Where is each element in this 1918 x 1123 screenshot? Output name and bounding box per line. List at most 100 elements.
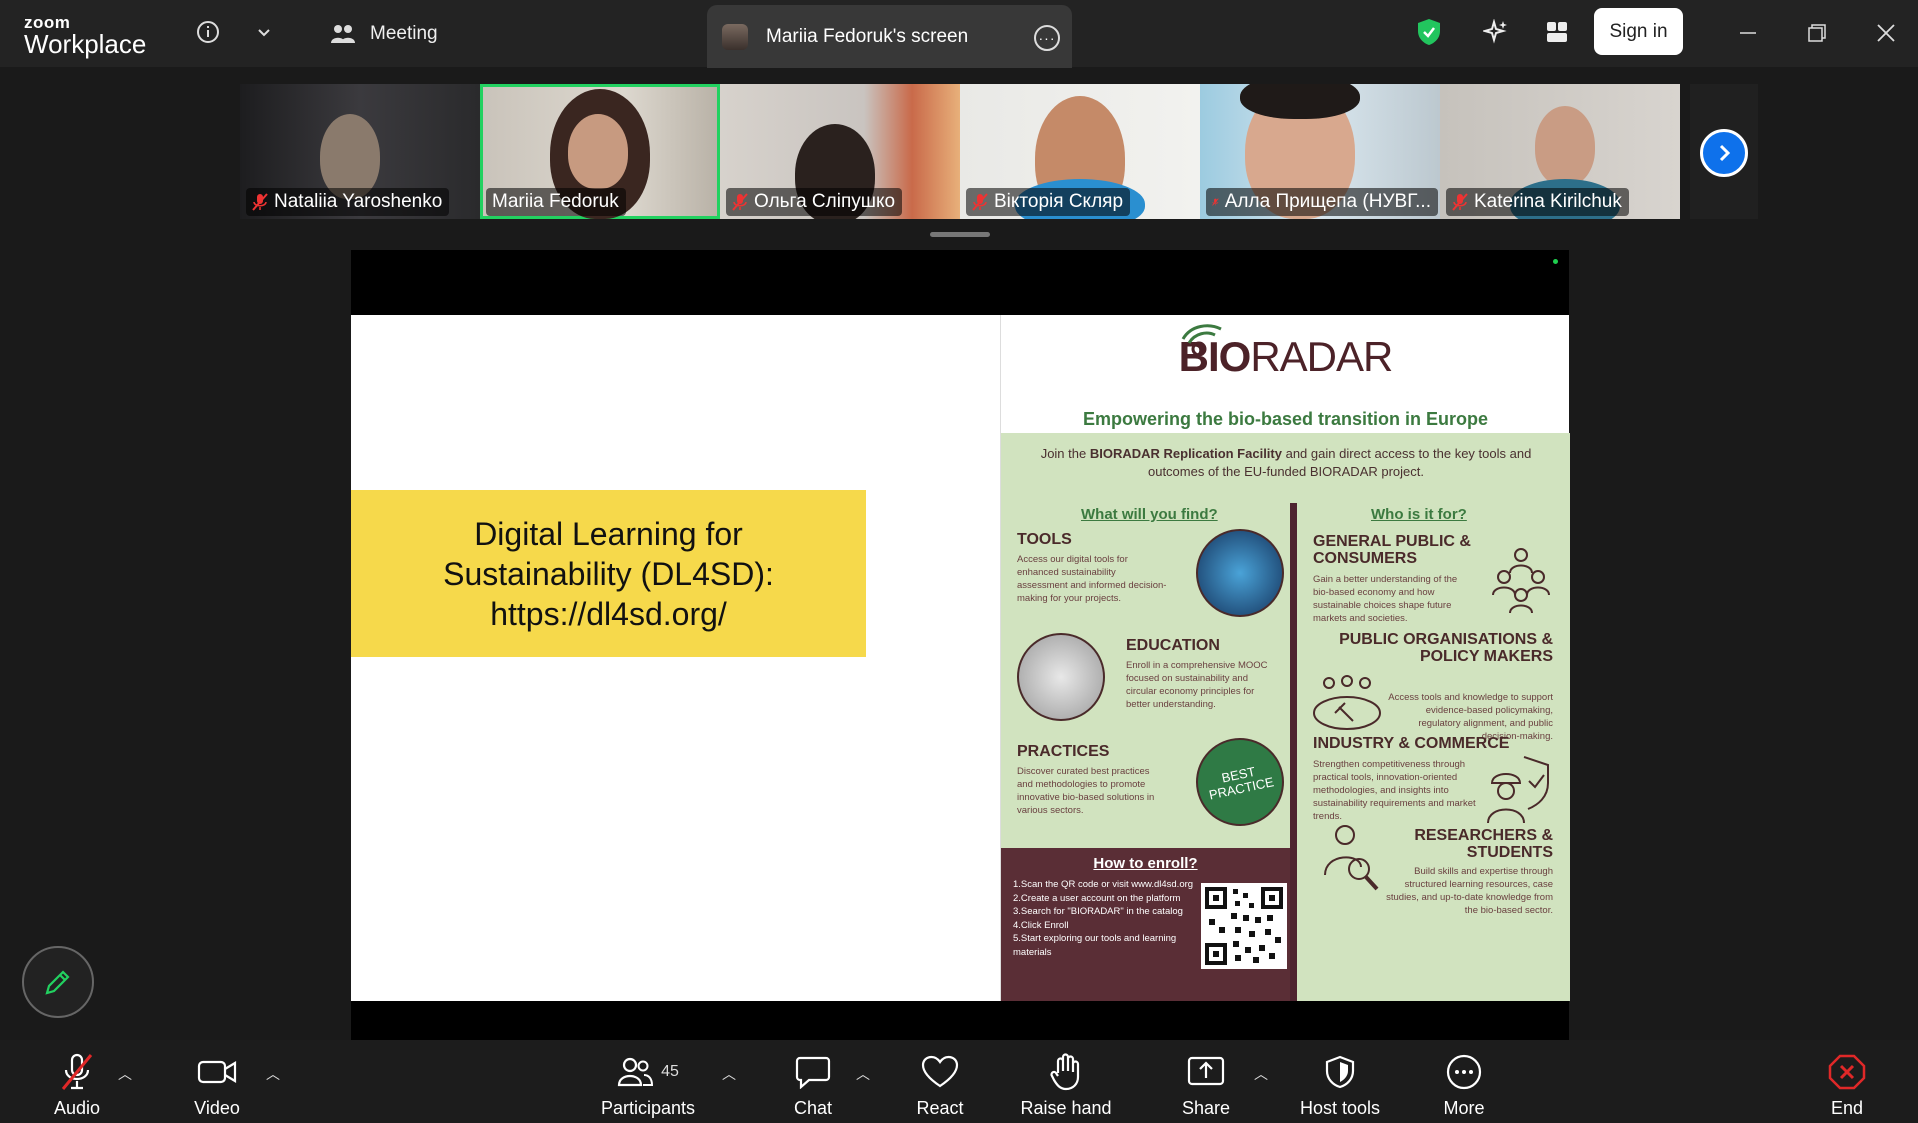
- annotate-button[interactable]: [22, 946, 94, 1018]
- industry-title: INDUSTRY & COMMERCE: [1313, 735, 1510, 752]
- participant-name-tag: Nataliia Yaroshenko: [246, 188, 450, 216]
- video-label: Video: [194, 1098, 240, 1118]
- worker-shield-icon: [1487, 756, 1549, 824]
- share-button[interactable]: Share: [1151, 1052, 1261, 1119]
- bioradar-poster: BIORADAR Empowering the bio-based transi…: [1000, 315, 1570, 1001]
- share-options-caret[interactable]: ︿: [1254, 1064, 1268, 1084]
- audio-button[interactable]: Audio: [22, 1052, 132, 1119]
- slide-title-line-1: Digital Learning for: [474, 515, 743, 552]
- raise-hand-label: Raise hand: [1020, 1098, 1112, 1118]
- poster-body: Join the BIORADAR Replication Facility a…: [1001, 433, 1570, 1001]
- participant-name: Katerina Kirilchuk: [1474, 191, 1622, 212]
- chat-options-caret[interactable]: ︿: [856, 1064, 870, 1084]
- participant-name-tag: Ольга Сліпушко: [726, 188, 903, 216]
- tools-title: TOOLS: [1017, 531, 1072, 548]
- enroll-step: 2.Create a user account on the platform: [1013, 892, 1181, 904]
- participant-name-tag: Mariia Fedoruk: [486, 188, 626, 216]
- enroll-heading: How to enroll?: [1093, 855, 1198, 872]
- apps-icon[interactable]: [1539, 14, 1575, 50]
- mic-muted-icon: [1212, 198, 1219, 206]
- participant-name: Вікторія Скляр: [994, 191, 1124, 212]
- industry-text: Strengthen competitiveness through pract…: [1313, 759, 1476, 822]
- participants-options-caret[interactable]: ︿: [722, 1064, 736, 1084]
- mic-muted-icon: [1452, 193, 1468, 211]
- participant-name-tag: Алла Прищепа (НУВГ...: [1206, 188, 1438, 216]
- video-camera-icon: [197, 1060, 237, 1084]
- audio-options-caret[interactable]: ︿: [118, 1064, 132, 1084]
- slide-url: https://dl4sd.org/: [490, 595, 727, 632]
- participant-name: Mariia Fedoruk: [492, 191, 619, 212]
- video-tile[interactable]: Nataliia Yaroshenko: [240, 84, 480, 219]
- meeting-label: Meeting: [370, 23, 438, 44]
- enroll-step: 5.Start exploring our tools and learning…: [1013, 933, 1177, 958]
- more-dots-icon: [1446, 1054, 1482, 1090]
- research-text: Build skills and expertise through struc…: [1386, 866, 1553, 916]
- chat-bubble-icon: [795, 1056, 831, 1089]
- education-text: Enroll in a comprehensive MOOC focused o…: [1126, 660, 1268, 710]
- participant-strip: Nataliia Yaroshenko Mariia Fedoruk Ольга…: [240, 84, 1680, 219]
- close-icon[interactable]: [1871, 18, 1901, 48]
- title-bar: zoom Workplace Meeting Mariia Fedoruk's …: [0, 0, 1918, 68]
- participants-count: 45: [661, 1063, 679, 1080]
- chevron-right-icon: [1719, 144, 1731, 162]
- meeting-toolbar: Audio ︿ Video ︿ 45 Participants ︿ Chat ︿…: [0, 1040, 1918, 1123]
- video-tile[interactable]: Алла Прищепа (НУВГ...: [1200, 84, 1440, 219]
- strip-resize-handle[interactable]: [930, 232, 990, 237]
- participant-name: Алла Прищепа (НУВГ...: [1224, 191, 1431, 212]
- enroll-steps: 1.Scan the QR code or visit www.dl4sd.or…: [1013, 878, 1198, 959]
- column-divider: [1290, 503, 1297, 1001]
- right-column-heading: Who is it for?: [1371, 506, 1467, 523]
- practices-title: PRACTICES: [1017, 743, 1110, 760]
- participant-name: Nataliia Yaroshenko: [274, 191, 443, 212]
- sign-in-button[interactable]: Sign in: [1594, 8, 1683, 55]
- meeting-menu[interactable]: Meeting: [330, 23, 438, 45]
- mic-muted-icon: [252, 193, 268, 211]
- recording-indicator: [1553, 259, 1558, 264]
- screen-share-tab[interactable]: Mariia Fedoruk's screen ···: [707, 5, 1072, 68]
- restore-icon[interactable]: [1802, 18, 1832, 48]
- more-button[interactable]: More: [1409, 1052, 1519, 1119]
- participant-video: [1535, 106, 1595, 186]
- chat-button[interactable]: Chat: [758, 1052, 868, 1119]
- bioradar-logo: BIORADAR: [1001, 324, 1570, 381]
- poster-tagline: Empowering the bio-based transition in E…: [1082, 409, 1489, 429]
- participant-hair: [1240, 84, 1360, 119]
- react-button[interactable]: React: [885, 1052, 995, 1119]
- video-tile-active-speaker[interactable]: Mariia Fedoruk: [480, 84, 720, 219]
- video-tile[interactable]: Katerina Kirilchuk: [1440, 84, 1680, 219]
- video-button[interactable]: Video: [162, 1052, 272, 1119]
- mic-muted-icon: [61, 1053, 93, 1090]
- tools-image: [1196, 529, 1284, 617]
- participant-name-tag: Вікторія Скляр: [966, 188, 1131, 216]
- left-column-heading: What will you find?: [1081, 506, 1218, 523]
- minimize-icon[interactable]: [1733, 18, 1763, 48]
- participant-video: [320, 114, 380, 199]
- logo-big-text: Workplace: [24, 29, 147, 59]
- participant-name: Ольга Сліпушко: [754, 191, 896, 212]
- enroll-panel: How to enroll? 1.Scan the QR code or vis…: [1001, 848, 1290, 1001]
- info-icon[interactable]: [190, 14, 226, 50]
- chevron-down-icon[interactable]: [246, 14, 282, 50]
- participant-name-tag: Katerina Kirilchuk: [1446, 188, 1629, 216]
- ai-companion-icon[interactable]: [1478, 14, 1514, 50]
- participants-icon: [617, 1057, 654, 1087]
- video-tile[interactable]: Вікторія Скляр: [960, 84, 1200, 219]
- participants-button[interactable]: 45 Participants: [593, 1052, 703, 1119]
- share-screen-icon: [1187, 1056, 1225, 1086]
- next-page-button[interactable]: [1700, 129, 1748, 177]
- radar-leaf-icon: [1181, 324, 1222, 357]
- more-label: More: [1443, 1098, 1485, 1118]
- share-label: Share: [1181, 1098, 1231, 1118]
- host-tools-button[interactable]: Host tools: [1285, 1052, 1395, 1119]
- practices-text: Discover curated best practices and meth…: [1017, 766, 1155, 816]
- end-meeting-button[interactable]: End: [1792, 1052, 1902, 1119]
- research-title: RESEARCHERS & STUDENTS: [1414, 827, 1553, 861]
- more-options-icon[interactable]: ···: [1034, 25, 1060, 51]
- security-shield-icon[interactable]: [1411, 14, 1447, 50]
- video-tile[interactable]: Ольга Сліпушко: [720, 84, 960, 219]
- researcher-magnifier-icon: [1324, 825, 1379, 891]
- host-tools-label: Host tools: [1299, 1098, 1381, 1118]
- raise-hand-button[interactable]: Raise hand: [1006, 1052, 1126, 1119]
- video-options-caret[interactable]: ︿: [266, 1064, 280, 1084]
- participants-label: Participants: [600, 1098, 696, 1118]
